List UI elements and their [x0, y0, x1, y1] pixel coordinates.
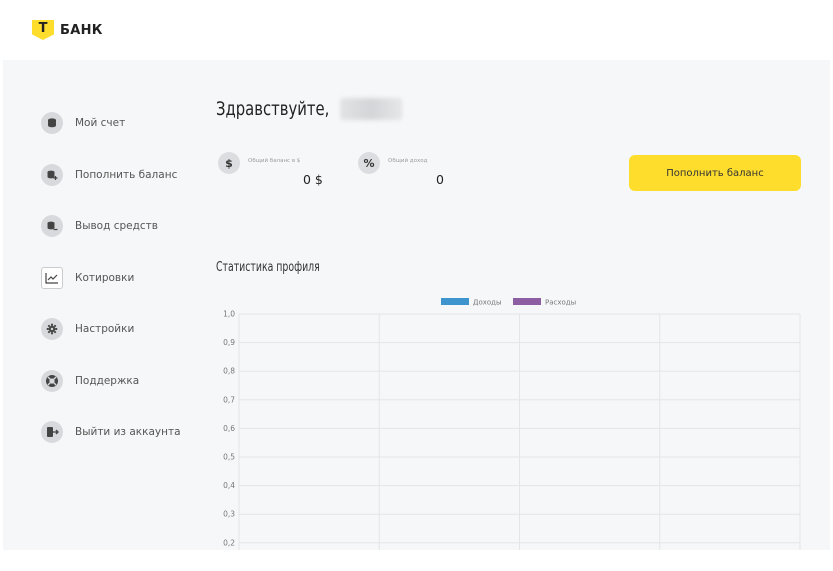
top-bar: Т БАНК	[0, 0, 833, 60]
bank-logo[interactable]: Т БАНК	[32, 20, 103, 40]
y-tick-label: 0,4	[223, 481, 235, 490]
y-tick-label: 0,5	[223, 453, 235, 462]
y-tick-label: 0,6	[223, 424, 235, 433]
dashboard-panel: Мой счет Пополнить баланс Вывод средств …	[3, 60, 830, 550]
legend-swatch	[441, 298, 469, 305]
legend-swatch	[513, 298, 541, 305]
y-tick-label: 0,2	[223, 538, 235, 547]
legend-label: Доходы	[473, 299, 502, 307]
y-tick-label: 0,3	[223, 510, 235, 519]
logo-letter: Т	[38, 21, 48, 36]
logo-text: БАНК	[60, 22, 103, 38]
y-tick-label: 0,7	[223, 395, 235, 404]
y-tick-label: 0,9	[223, 338, 235, 347]
legend-label: Расходы	[545, 299, 576, 307]
y-tick-label: 1,0	[223, 310, 235, 319]
profile-stats-chart: 1,0 0,9 0,8 0,7 0,6 0,5 0,4 0,3 0,2 Доходы Расходы	[223, 298, 801, 550]
y-tick-label: 0,8	[223, 367, 235, 376]
logo-shield-icon: Т	[32, 20, 54, 40]
